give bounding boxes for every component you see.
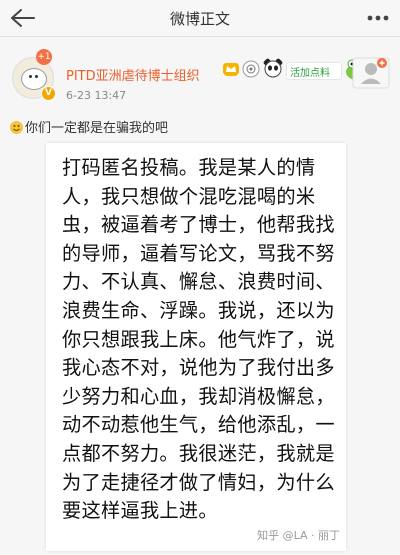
top-navigation-bar: 微博正文 <box>0 0 400 37</box>
post-image[interactable]: 打码匿名投稿。我是某人的情 人，我只想做个混吃混喝的米 虫，被逼着考了博士，他帮… <box>46 143 346 551</box>
image-text-line: 点都不努力。我很迷茫，我就是 <box>62 441 335 465</box>
more-options-icon[interactable] <box>366 10 390 26</box>
verified-badge-icon: V <box>41 86 56 101</box>
image-text-line: 力、不认真、懈怠、浪费时间、 <box>62 270 335 294</box>
image-text-line: 为了走捷径才做了情妇，为什么 <box>62 470 335 494</box>
post-text: 你们一定都是在骗我的吧 <box>25 121 169 136</box>
post-header: +1 V PITD亚洲虐待博士组织 活加点料 6-23 13:47 <box>0 37 400 113</box>
image-text-line: 打码匿名投稿。我是某人的情 <box>62 156 316 179</box>
image-text-line: 虫，被逼着考了博士，他帮我找 <box>62 213 335 237</box>
image-text-block: 打码匿名投稿。我是某人的情 人，我只想做个混吃混喝的米 虫，被逼着考了博士，他帮… <box>62 154 338 526</box>
add-friend-icon[interactable] <box>352 55 390 89</box>
image-text-line: 你只想跟我上床。他气炸了，说 <box>62 327 335 351</box>
post-timestamp: 6-23 13:47 <box>66 89 127 102</box>
image-text-line: 动不动惹他生气，给他添乱，一 <box>62 413 335 437</box>
image-text-line: 要这样逼我上进。 <box>62 499 218 523</box>
crown-badge-icon[interactable] <box>222 61 240 77</box>
fan-badge-icon[interactable] <box>242 60 260 78</box>
post-body: 你们一定都是在骗我的吧 <box>10 117 168 136</box>
avatar-plus-badge: +1 <box>36 49 52 65</box>
image-text-line: 少努力和心血，我却消极懈怠， <box>62 384 335 408</box>
watermark: 知乎 @LA · 丽丁 <box>257 529 340 542</box>
image-text-line: 浪费生命、浮躁。我说，还以为 <box>62 298 335 322</box>
hot-activity-badge-icon[interactable]: 活加点料 <box>286 62 342 80</box>
hot-activity-badge-label: 活加点料 <box>290 68 330 79</box>
avatar-eye-icon <box>29 75 32 78</box>
page-title: 微博正文 <box>169 10 230 28</box>
image-text-line: 我心态不对，说他为了我付出多 <box>62 356 335 380</box>
image-text-line: 人，我只想做个混吃混喝的米 <box>62 184 316 208</box>
smile-emoji-icon <box>10 121 23 134</box>
image-text-line: 的导师，逼着写论文，骂我不努 <box>62 241 335 265</box>
username[interactable]: PITD亚洲虐待博士组织 <box>66 65 200 84</box>
panda-badge-icon[interactable] <box>262 57 284 79</box>
avatar-eye-icon <box>35 75 38 78</box>
